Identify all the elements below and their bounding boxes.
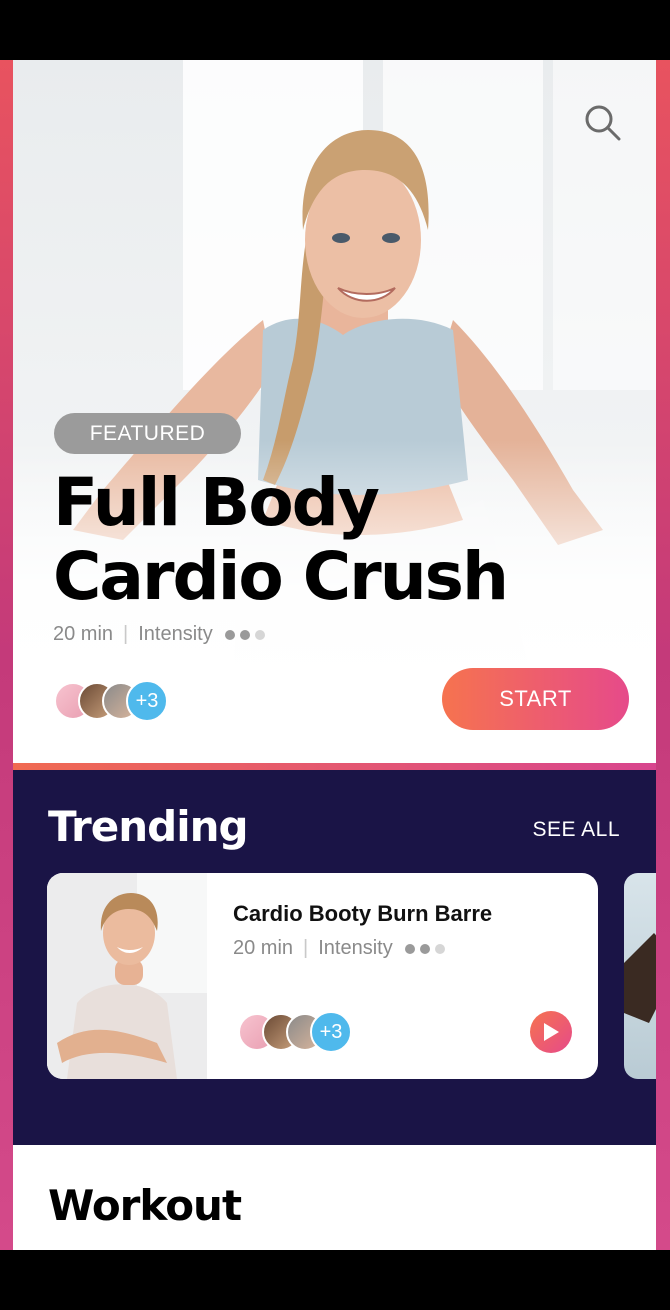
intensity-dot [254, 629, 265, 640]
play-button[interactable] [530, 1011, 572, 1053]
trending-card-meta: 20 min | Intensity [233, 937, 445, 960]
meta-separator: | [303, 937, 309, 959]
featured-badge: FEATURED [54, 413, 241, 454]
trending-card-intensity-label: Intensity [318, 937, 393, 959]
trending-card-next-thumbnail [624, 933, 656, 1023]
participants-extra-count: +3 [310, 1011, 352, 1053]
trending-card-next-peek[interactable] [624, 873, 656, 1079]
intensity-dot [434, 943, 445, 954]
trending-section: Trending SEE ALL Cardio Booty Burn Barre… [13, 770, 656, 1145]
intensity-indicator [404, 943, 445, 954]
intensity-dot [419, 943, 430, 954]
trending-card[interactable]: Cardio Booty Burn Barre 20 min | Intensi… [47, 873, 598, 1079]
participant-avatars[interactable]: +3 [238, 1011, 352, 1053]
featured-duration: 20 min [53, 623, 114, 645]
trending-card-duration: 20 min [233, 937, 294, 959]
featured-title: Full Body Cardio Crush [53, 466, 643, 614]
participants-extra-count: +3 [126, 680, 168, 722]
workout-title: Workout [48, 1181, 242, 1230]
accent-divider [13, 763, 656, 770]
participant-avatars[interactable]: +3 [54, 680, 168, 722]
trending-title: Trending [48, 802, 249, 851]
meta-separator: | [123, 623, 129, 645]
search-icon[interactable] [582, 102, 622, 142]
see-all-link[interactable]: SEE ALL [532, 818, 620, 842]
featured-meta: 20 min | Intensity [53, 623, 265, 646]
app-screen: FEATURED Full Body Cardio Crush 20 min |… [0, 60, 670, 1250]
trending-card-title: Cardio Booty Burn Barre [233, 901, 493, 926]
start-button[interactable]: START [442, 668, 629, 730]
featured-title-line1: Full Body [53, 464, 380, 541]
featured-intensity-label: Intensity [138, 623, 213, 645]
featured-hero[interactable]: FEATURED Full Body Cardio Crush 20 min |… [13, 60, 656, 763]
intensity-dot [404, 943, 415, 954]
featured-title-line2: Cardio Crush [53, 538, 509, 615]
workout-section: Workout [13, 1145, 656, 1250]
play-icon [544, 1023, 559, 1041]
intensity-dot [239, 629, 250, 640]
intensity-indicator [224, 629, 265, 640]
intensity-dot [224, 629, 235, 640]
status-bar-bottom [0, 1250, 670, 1310]
status-bar-top [0, 0, 670, 60]
trending-card-thumbnail [47, 873, 207, 1079]
